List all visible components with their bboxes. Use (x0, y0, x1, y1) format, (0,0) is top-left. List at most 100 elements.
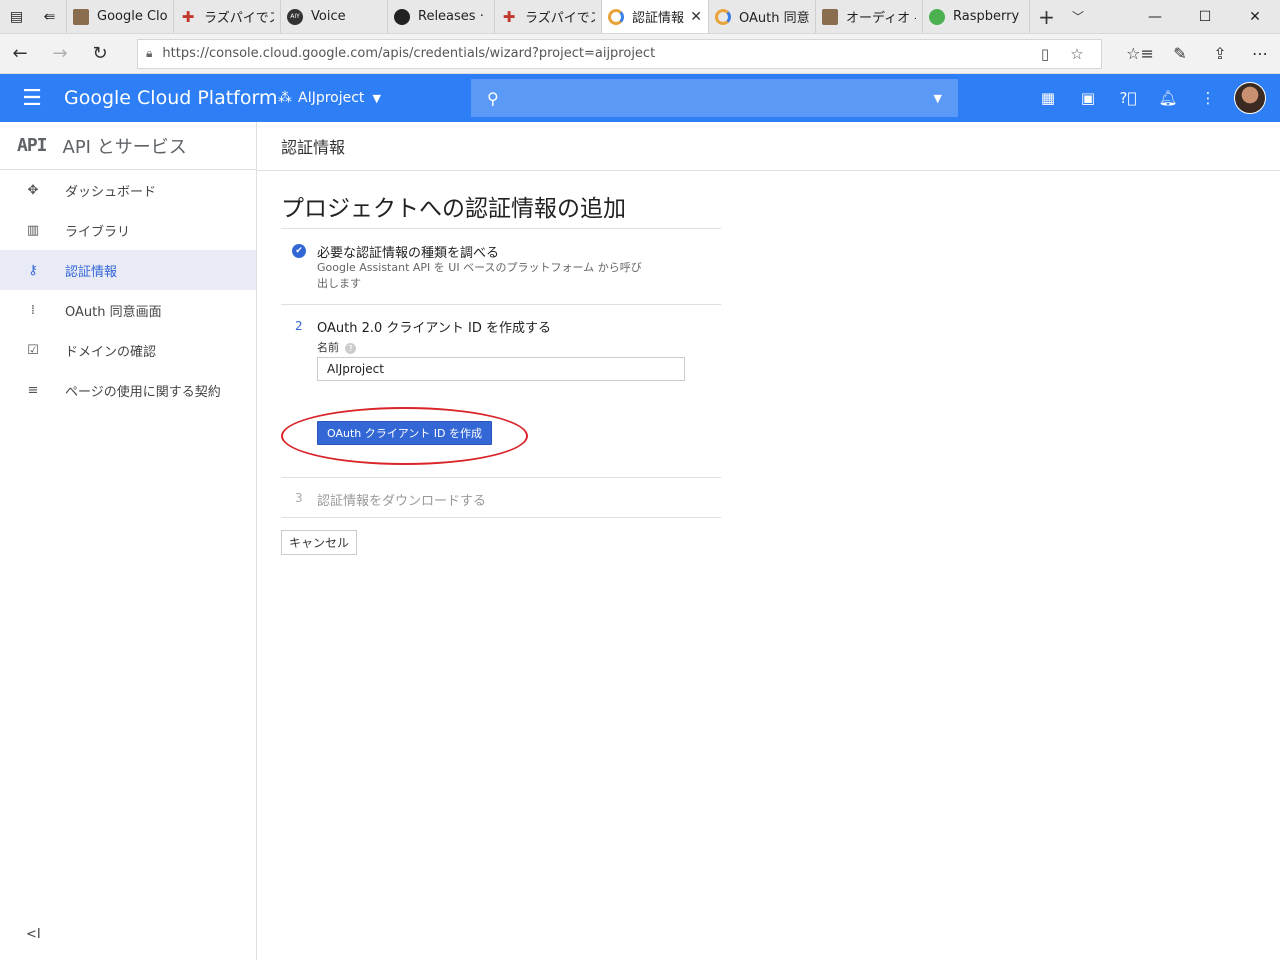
browser-tab-active[interactable]: 認証情報 ✕ (601, 0, 708, 33)
tab-label: Voice (311, 9, 346, 24)
project-icon: ⁂ (278, 90, 292, 106)
step-description: Google Assistant API を UI ベースのプラットフォーム か… (317, 260, 667, 292)
wizard-step-3: 3 認証情報をダウンロードする (281, 477, 721, 518)
window-controls: — ☐ ✕ (1130, 0, 1280, 33)
browser-tab-strip: ▤ ⇚ Google Clo ✚ ラズパイでスマ AIY Voice Release… (0, 0, 1280, 34)
sidebar-item-domain-verification[interactable]: ☑ ドメインの確認 (0, 330, 256, 370)
step-title: OAuth 2.0 クライアント ID を作成する (317, 321, 552, 336)
collapse-sidebar-icon[interactable]: <I (26, 927, 41, 942)
tab-label: Raspberry P (953, 9, 1023, 24)
forward-icon[interactable]: → (40, 43, 80, 64)
sidebar-item-label: ライブラリ (65, 224, 131, 240)
browser-tab[interactable]: ✚ ラズパイでスマ (173, 0, 280, 33)
search-input[interactable]: ⚲ ▼ (471, 79, 958, 117)
new-tab-icon[interactable]: + (1029, 0, 1063, 33)
sidebar-title: API とサービス (62, 136, 187, 158)
dashboard-icon: ✥ (27, 182, 39, 198)
credentials-wizard: プロジェクトへの認証情報の追加 ✔ 必要な認証情報の種類を調べる Google … (281, 171, 721, 555)
name-field-label: 名前? (317, 339, 356, 355)
sidebar-item-page-usage[interactable]: ≡ ページの使用に関する契約 (0, 370, 256, 410)
page-title: プロジェクトへの認証情報の追加 (281, 196, 626, 222)
tab-preview-chevron-icon[interactable]: ﹀ (1063, 0, 1093, 33)
raspi-cross-favicon-icon: ✚ (181, 7, 195, 26)
more-icon[interactable]: ⋯ (1240, 44, 1280, 63)
help-icon[interactable]: ? (345, 342, 356, 354)
aiy-favicon-icon: AIY (287, 8, 303, 25)
sidebar-item-label: ページの使用に関する契約 (65, 384, 221, 400)
more-vert-icon[interactable]: ⋮ (1188, 89, 1228, 107)
cloud-shell-icon[interactable]: ▣ (1068, 89, 1108, 107)
refresh-icon[interactable]: ↻ (80, 43, 120, 64)
back-icon[interactable]: ← (0, 43, 40, 64)
sidebar-header: API API とサービス (0, 122, 256, 170)
browser-tab[interactable]: OAuth 同意 (708, 0, 815, 33)
set-aside-tabs-icon[interactable]: ⇚ (33, 0, 66, 33)
browser-tab[interactable]: Google Clo (66, 0, 173, 33)
check-circle-icon: ✔ (292, 244, 306, 258)
wizard-step-1: ✔ 必要な認証情報の種類を調べる Google Assistant API を … (281, 228, 721, 304)
hamburger-menu-icon[interactable]: ☰ (0, 86, 64, 111)
sidebar-item-label: OAuth 同意画面 (65, 304, 162, 320)
tab-label: オーディオ - F (846, 11, 916, 26)
sidebar-item-credentials[interactable]: ⚷ 認証情報 (0, 250, 256, 290)
avatar[interactable] (1234, 82, 1266, 114)
browser-tab[interactable]: オーディオ - F (815, 0, 922, 33)
browser-tab[interactable]: Releases · g (387, 0, 494, 33)
help-icon[interactable]: ?⃝ (1108, 89, 1148, 107)
reading-view-icon[interactable]: ▯ (1029, 45, 1061, 63)
raspberry-favicon-icon (929, 8, 945, 25)
tab-label: ラズパイでスマ (204, 11, 274, 26)
url-field[interactable]: 🔒︎ https://console.cloud.google.com/apis… (137, 38, 1102, 69)
gcp-hex-favicon-icon (608, 8, 624, 25)
close-tab-icon[interactable]: ✕ (690, 9, 702, 25)
browser-tab[interactable]: Raspberry P (922, 0, 1029, 33)
notifications-bell-icon[interactable]: 🔔︎ (1148, 89, 1188, 107)
gcp-avatar-favicon-icon (822, 8, 838, 25)
page-settings-icon: ≡ (27, 382, 39, 398)
chevron-down-icon: ▼ (372, 91, 381, 105)
project-name: AIJproject (298, 90, 365, 106)
create-oauth-client-button[interactable]: OAuth クライアント ID を作成 (317, 421, 493, 445)
browser-tab[interactable]: ✚ ラズパイでスマ (494, 0, 601, 33)
github-favicon-icon (394, 8, 410, 25)
tab-label: Releases · g (418, 9, 488, 24)
client-name-input[interactable] (317, 357, 685, 381)
step-title[interactable]: 必要な認証情報の種類を調べる (317, 242, 499, 261)
sidebar-item-library[interactable]: ▥ ライブラリ (0, 210, 256, 250)
sidebar: API API とサービス ✥ ダッシュボード ▥ ライブラリ ⚷ 認証情報 ⁞… (0, 122, 257, 960)
favorites-hub-icon[interactable]: ☆≡ (1120, 44, 1160, 63)
maximize-icon[interactable]: ☐ (1180, 0, 1230, 33)
gcp-hex-favicon-icon (715, 8, 731, 25)
gift-icon[interactable]: ▦ (1028, 89, 1068, 107)
step-title: 認証情報をダウンロードする (317, 494, 487, 509)
step-description-line: Google Assistant API を UI ベースのプラットフォーム か… (317, 261, 642, 274)
browser-tab[interactable]: AIY Voice (280, 0, 387, 33)
step-description-line: 出します (317, 277, 361, 290)
minimize-icon[interactable]: — (1130, 0, 1180, 33)
api-logo-icon: API (17, 135, 47, 156)
web-note-icon[interactable]: ✎ (1160, 44, 1200, 63)
wizard-step-2: 2 OAuth 2.0 クライアント ID を作成する 名前? OAuth クラ… (281, 304, 721, 477)
close-window-icon[interactable]: ✕ (1230, 0, 1280, 33)
cancel-button[interactable]: キャンセル (281, 530, 358, 555)
sidebar-item-oauth-consent[interactable]: ⁞ OAuth 同意画面 (0, 290, 256, 330)
library-icon: ▥ (26, 222, 40, 238)
tab-label: 認証情報 (632, 11, 685, 26)
brand-title[interactable]: Google Cloud Platform (64, 87, 278, 109)
consent-icon: ⁞ (30, 302, 36, 318)
raspi-cross-favicon-icon: ✚ (502, 7, 516, 26)
sidebar-item-label: ドメインの確認 (65, 344, 157, 360)
sidebar-item-dashboard[interactable]: ✥ ダッシュボード (0, 170, 256, 210)
share-icon[interactable]: ⇪ (1200, 44, 1240, 63)
tab-label: OAuth 同意 (739, 11, 809, 26)
tab-list-icon[interactable]: ▤ (0, 0, 33, 33)
step-number: 3 (295, 491, 303, 505)
field-label-text: 名前 (317, 341, 339, 354)
url-text[interactable]: https://console.cloud.google.com/apis/cr… (162, 46, 1029, 61)
page-header-title: 認証情報 (281, 138, 346, 157)
tab-label: ラズパイでスマ (525, 11, 595, 26)
favorite-star-icon[interactable]: ☆ (1061, 45, 1093, 63)
search-dropdown-icon[interactable]: ▼ (934, 92, 942, 105)
domain-check-icon: ☑ (27, 342, 39, 358)
project-selector[interactable]: ⁂ AIJproject ▼ (278, 90, 471, 106)
